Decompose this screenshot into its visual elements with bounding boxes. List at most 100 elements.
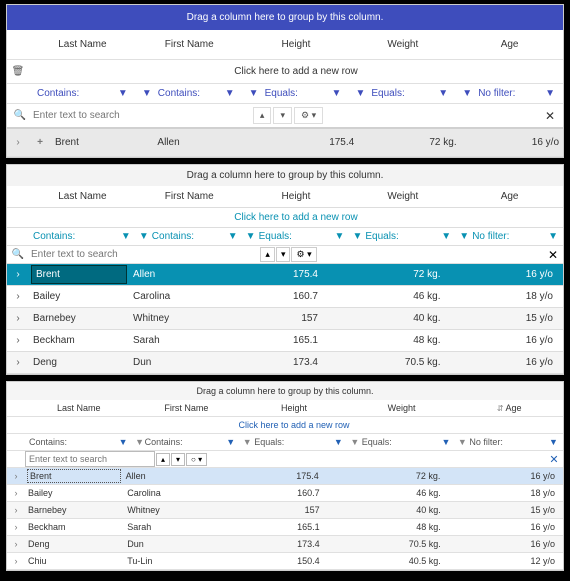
new-row[interactable]: Click here to add a new row bbox=[7, 208, 563, 228]
col-header-last-name[interactable]: Last Name bbox=[29, 32, 136, 57]
filter-dropdown-icon[interactable]: ▼ bbox=[327, 88, 345, 99]
next-button[interactable]: ▾ bbox=[273, 107, 292, 124]
table-row[interactable]: ›BarnebeyWhitney15740 kg.15 y/o bbox=[7, 502, 563, 519]
expand-icon[interactable]: › bbox=[7, 505, 25, 515]
filter-dropdown-icon[interactable]: ▼ bbox=[118, 231, 134, 242]
filter-dropdown-icon[interactable]: ▼ bbox=[541, 88, 559, 99]
filter-prefix-icon[interactable]: ▼ bbox=[245, 231, 257, 242]
filter-cell-weight[interactable]: ▼Equals:▼ bbox=[349, 228, 456, 245]
col-header-age[interactable]: Age bbox=[456, 32, 563, 57]
settings-button[interactable]: ⚙ ▾ bbox=[291, 247, 316, 262]
filter-cell-last-name[interactable]: Contains:▼ bbox=[25, 435, 133, 449]
filter-prefix-icon[interactable]: ▼ bbox=[350, 437, 360, 447]
col-header-first-name[interactable]: First Name bbox=[136, 186, 243, 207]
next-button[interactable]: ▾ bbox=[171, 453, 185, 466]
search-input[interactable] bbox=[25, 451, 155, 467]
filter-dropdown-icon[interactable]: ▼ bbox=[331, 231, 347, 242]
col-header-first-name[interactable]: First Name bbox=[136, 32, 243, 57]
col-header-height[interactable]: Height bbox=[243, 32, 350, 57]
expand-icon[interactable]: › bbox=[7, 291, 29, 302]
expand-icon[interactable]: › bbox=[7, 522, 25, 532]
expand-icon[interactable]: › bbox=[7, 357, 29, 368]
search-input[interactable] bbox=[29, 246, 259, 263]
filter-dropdown-icon[interactable]: ▼ bbox=[223, 437, 238, 447]
filter-cell-height[interactable]: ▼ Equals: ▼ bbox=[243, 84, 350, 103]
filter-dropdown-icon[interactable]: ▼ bbox=[116, 437, 131, 447]
table-row[interactable]: ›BeckhamSarah165.148 kg.16 y/o bbox=[7, 330, 563, 352]
filter-dropdown-icon[interactable]: ▼ bbox=[434, 88, 452, 99]
col-header-weight[interactable]: Weight bbox=[349, 186, 456, 207]
expand-icon[interactable]: › bbox=[7, 137, 29, 148]
table-row[interactable]: › + Brent Allen 175.4 72 kg. 16 y/o bbox=[7, 129, 563, 157]
prev-button[interactable]: ▴ bbox=[156, 453, 170, 466]
filter-prefix-icon[interactable]: ▼ bbox=[247, 88, 261, 99]
filter-cell-age[interactable]: ▼No filter:▼ bbox=[456, 228, 563, 245]
new-row[interactable]: Click here to add a new row bbox=[7, 417, 563, 434]
expand-icon[interactable]: › bbox=[7, 471, 25, 481]
filter-cell-age[interactable]: ▼No filter:▼ bbox=[455, 435, 563, 449]
filter-prefix-icon[interactable]: ▼ bbox=[458, 231, 470, 242]
filter-cell-height[interactable]: ▼Equals:▼ bbox=[240, 435, 348, 449]
filter-prefix-icon[interactable]: ▼ bbox=[353, 88, 367, 99]
table-row[interactable]: ›ChiuTu-Lin150.440.5 kg.12 y/o bbox=[7, 553, 563, 570]
filter-cell-weight[interactable]: ▼ Equals: ▼ bbox=[349, 84, 456, 103]
col-header-height[interactable]: Height bbox=[240, 400, 348, 416]
col-header-weight[interactable]: Weight bbox=[349, 32, 456, 57]
filter-prefix-icon[interactable]: ▼ bbox=[135, 437, 145, 447]
filter-cell-age[interactable]: ▼ No filter: ▼ bbox=[456, 84, 563, 103]
filter-prefix-icon[interactable]: ▼ bbox=[140, 88, 154, 99]
filter-cell-first-name[interactable]: ▼Contains:▼ bbox=[136, 228, 243, 245]
filter-dropdown-icon[interactable]: ▼ bbox=[545, 231, 561, 242]
group-panel[interactable]: Drag a column here to group by this colu… bbox=[7, 382, 563, 400]
table-row[interactable]: ›BaileyCarolina160.746 kg.18 y/o bbox=[7, 286, 563, 308]
trash-icon[interactable]: 🗑 bbox=[7, 66, 29, 77]
prev-button[interactable]: ▴ bbox=[260, 247, 275, 262]
filter-dropdown-icon[interactable]: ▼ bbox=[546, 437, 561, 447]
new-row[interactable]: 🗑 Click here to add a new row bbox=[7, 60, 563, 84]
col-header-height[interactable]: Height bbox=[243, 186, 350, 207]
table-row[interactable]: ›BarnebeyWhitney15740 kg.15 y/o bbox=[7, 308, 563, 330]
filter-dropdown-icon[interactable]: ▼ bbox=[221, 88, 239, 99]
expand-icon[interactable]: › bbox=[7, 335, 29, 346]
col-header-last-name[interactable]: Last Name bbox=[25, 400, 133, 416]
table-row[interactable]: ›BrentAllen175.472 kg.16 y/o bbox=[7, 468, 563, 485]
clear-search-button[interactable]: ✕ bbox=[545, 453, 563, 466]
filter-prefix-icon[interactable]: ▼ bbox=[138, 231, 150, 242]
table-row[interactable]: ›DengDun173.470.5 kg.16 y/o bbox=[7, 352, 563, 374]
filter-cell-first-name[interactable]: ▼Contains:▼ bbox=[133, 435, 241, 449]
filter-prefix-icon[interactable]: ▼ bbox=[460, 88, 474, 99]
filter-dropdown-icon[interactable]: ▼ bbox=[114, 88, 132, 99]
table-row[interactable]: ›DengDun173.470.5 kg.16 y/o bbox=[7, 536, 563, 553]
filter-prefix-icon[interactable]: ▼ bbox=[242, 437, 252, 447]
expand-icon[interactable]: › bbox=[7, 539, 25, 549]
filter-cell-first-name[interactable]: ▼ Contains: ▼ bbox=[136, 84, 243, 103]
filter-cell-height[interactable]: ▼Equals:▼ bbox=[243, 228, 350, 245]
group-panel[interactable]: Drag a column here to group by this colu… bbox=[7, 165, 563, 186]
col-header-weight[interactable]: Weight bbox=[348, 400, 456, 416]
filter-dropdown-icon[interactable]: ▼ bbox=[438, 437, 453, 447]
filter-dropdown-icon[interactable]: ▼ bbox=[438, 231, 454, 242]
search-input[interactable] bbox=[31, 106, 251, 125]
settings-button[interactable]: ○ ▾ bbox=[186, 453, 207, 466]
plus-icon[interactable]: + bbox=[29, 137, 51, 148]
filter-dropdown-icon[interactable]: ▼ bbox=[225, 231, 241, 242]
col-header-age[interactable]: Age bbox=[456, 186, 563, 207]
col-header-age[interactable]: ⇵Age bbox=[455, 400, 563, 416]
prev-button[interactable]: ▴ bbox=[253, 107, 272, 124]
col-header-first-name[interactable]: First Name bbox=[133, 400, 241, 416]
settings-button[interactable]: ⚙ ▾ bbox=[294, 107, 323, 124]
filter-cell-last-name[interactable]: Contains:▼ bbox=[29, 228, 136, 245]
expand-icon[interactable]: › bbox=[7, 313, 29, 324]
col-header-last-name[interactable]: Last Name bbox=[29, 186, 136, 207]
filter-dropdown-icon[interactable]: ▼ bbox=[331, 437, 346, 447]
filter-cell-weight[interactable]: ▼Equals:▼ bbox=[348, 435, 456, 449]
expand-icon-open[interactable]: › bbox=[7, 269, 29, 280]
table-row[interactable]: ›BrentAllen175.472 kg.16 y/o bbox=[7, 264, 563, 286]
next-button[interactable]: ▾ bbox=[276, 247, 291, 262]
filter-prefix-icon[interactable]: ▼ bbox=[351, 231, 363, 242]
group-panel[interactable]: Drag a column here to group by this colu… bbox=[7, 5, 563, 30]
table-row[interactable]: ›BeckhamSarah165.148 kg.16 y/o bbox=[7, 519, 563, 536]
filter-prefix-icon[interactable]: ▼ bbox=[457, 437, 467, 447]
table-row[interactable]: ›BaileyCarolina160.746 kg.18 y/o bbox=[7, 485, 563, 502]
expand-icon[interactable]: › bbox=[7, 556, 25, 566]
